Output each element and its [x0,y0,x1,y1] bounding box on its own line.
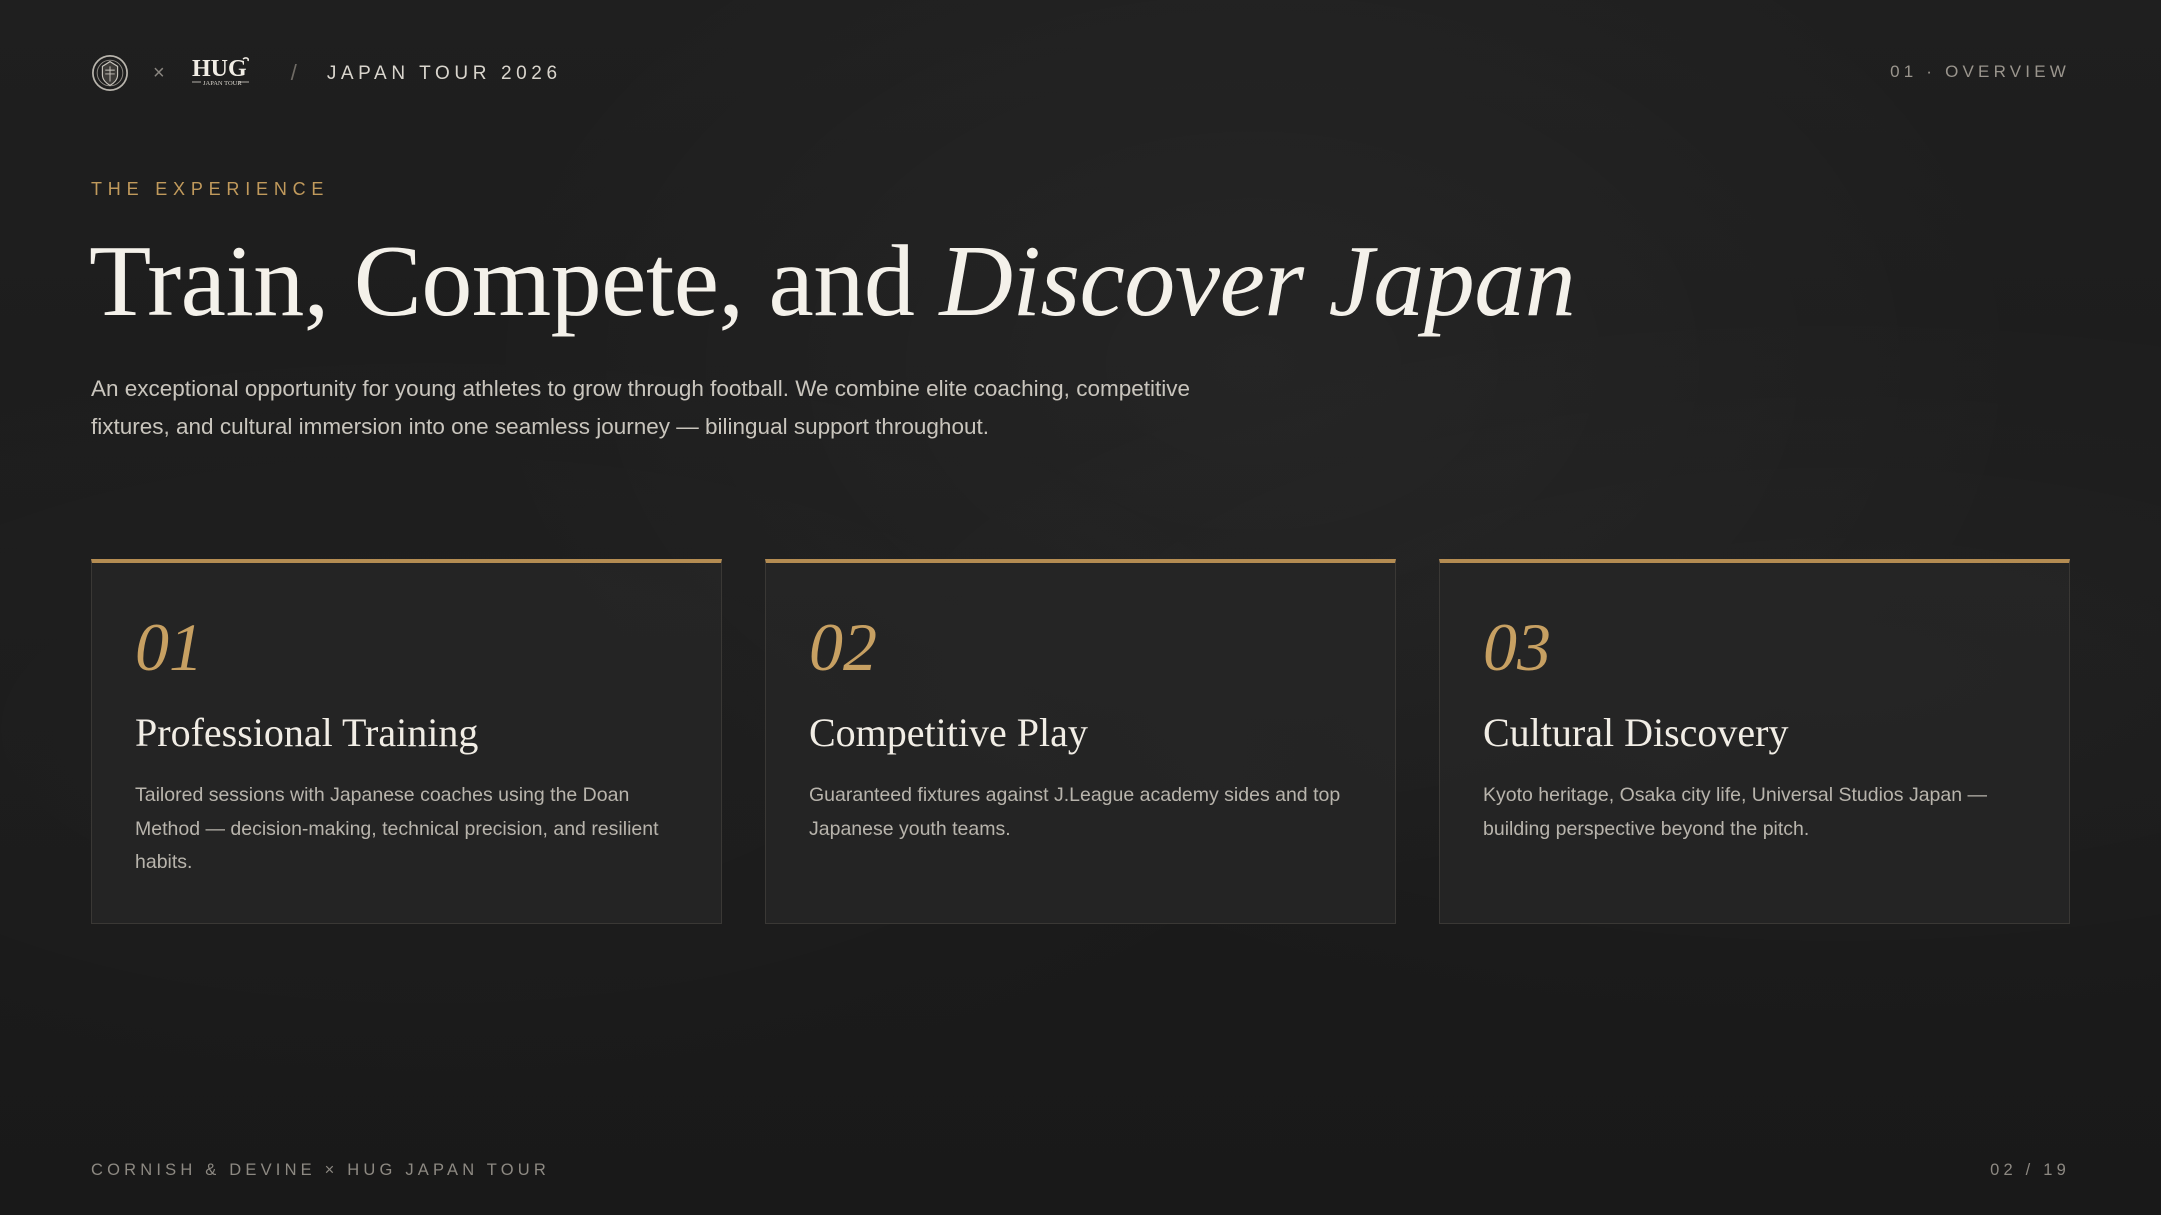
times-separator: × [153,62,165,84]
card-description: Tailored sessions with Japanese coaches … [135,784,659,873]
card-number: 02 [809,609,877,685]
page-title: Train, Compete, and Discover Japan [89,225,1576,338]
card-description: Kyoto heritage, Osaka city life, Univers… [1483,784,1987,840]
card-title: Competitive Play [809,710,1088,755]
footer-brand: CORNISH & DEVINE × HUG JAPAN TOUR [91,1161,551,1179]
headline-regular: Train, Compete, and [89,225,940,338]
hug-japan-tour-logo: HUG JAPAN TOUR [191,56,249,87]
card-description: Guaranteed fixtures against J.League aca… [809,784,1341,840]
breadcrumb-divider: / [290,60,297,85]
feature-card-training: 01 Professional Training Tailored sessio… [91,559,722,924]
intro-paragraph: An exceptional opportunity for young ath… [91,376,1190,439]
eyebrow-label: THE EXPERIENCE [91,179,330,199]
slide: × HUG JAPAN TOUR / JAPAN TOUR 2026 01 · … [0,0,2161,1215]
card-number: 01 [135,609,203,685]
club-crest-icon [92,55,128,91]
headline-italic: Discover Japan [939,225,1576,338]
header: × HUG JAPAN TOUR / JAPAN TOUR 2026 [91,52,562,94]
section-label: 01 · OVERVIEW [1890,62,2070,81]
card-number: 03 [1483,609,1551,685]
card-title: Cultural Discovery [1483,710,1789,755]
feature-card-competition: 02 Competitive Play Guaranteed fixtures … [765,559,1396,924]
card-title: Professional Training [135,710,479,755]
feature-card-culture: 03 Cultural Discovery Kyoto heritage, Os… [1439,559,2070,924]
feature-cards: 01 Professional Training Tailored sessio… [91,559,2070,924]
hug-logo-main: HUG [192,56,247,82]
tour-title: JAPAN TOUR 2026 [326,62,562,84]
page-indicator: 02 / 19 [1990,1161,2070,1179]
hug-logo-sub: JAPAN TOUR [203,80,242,87]
